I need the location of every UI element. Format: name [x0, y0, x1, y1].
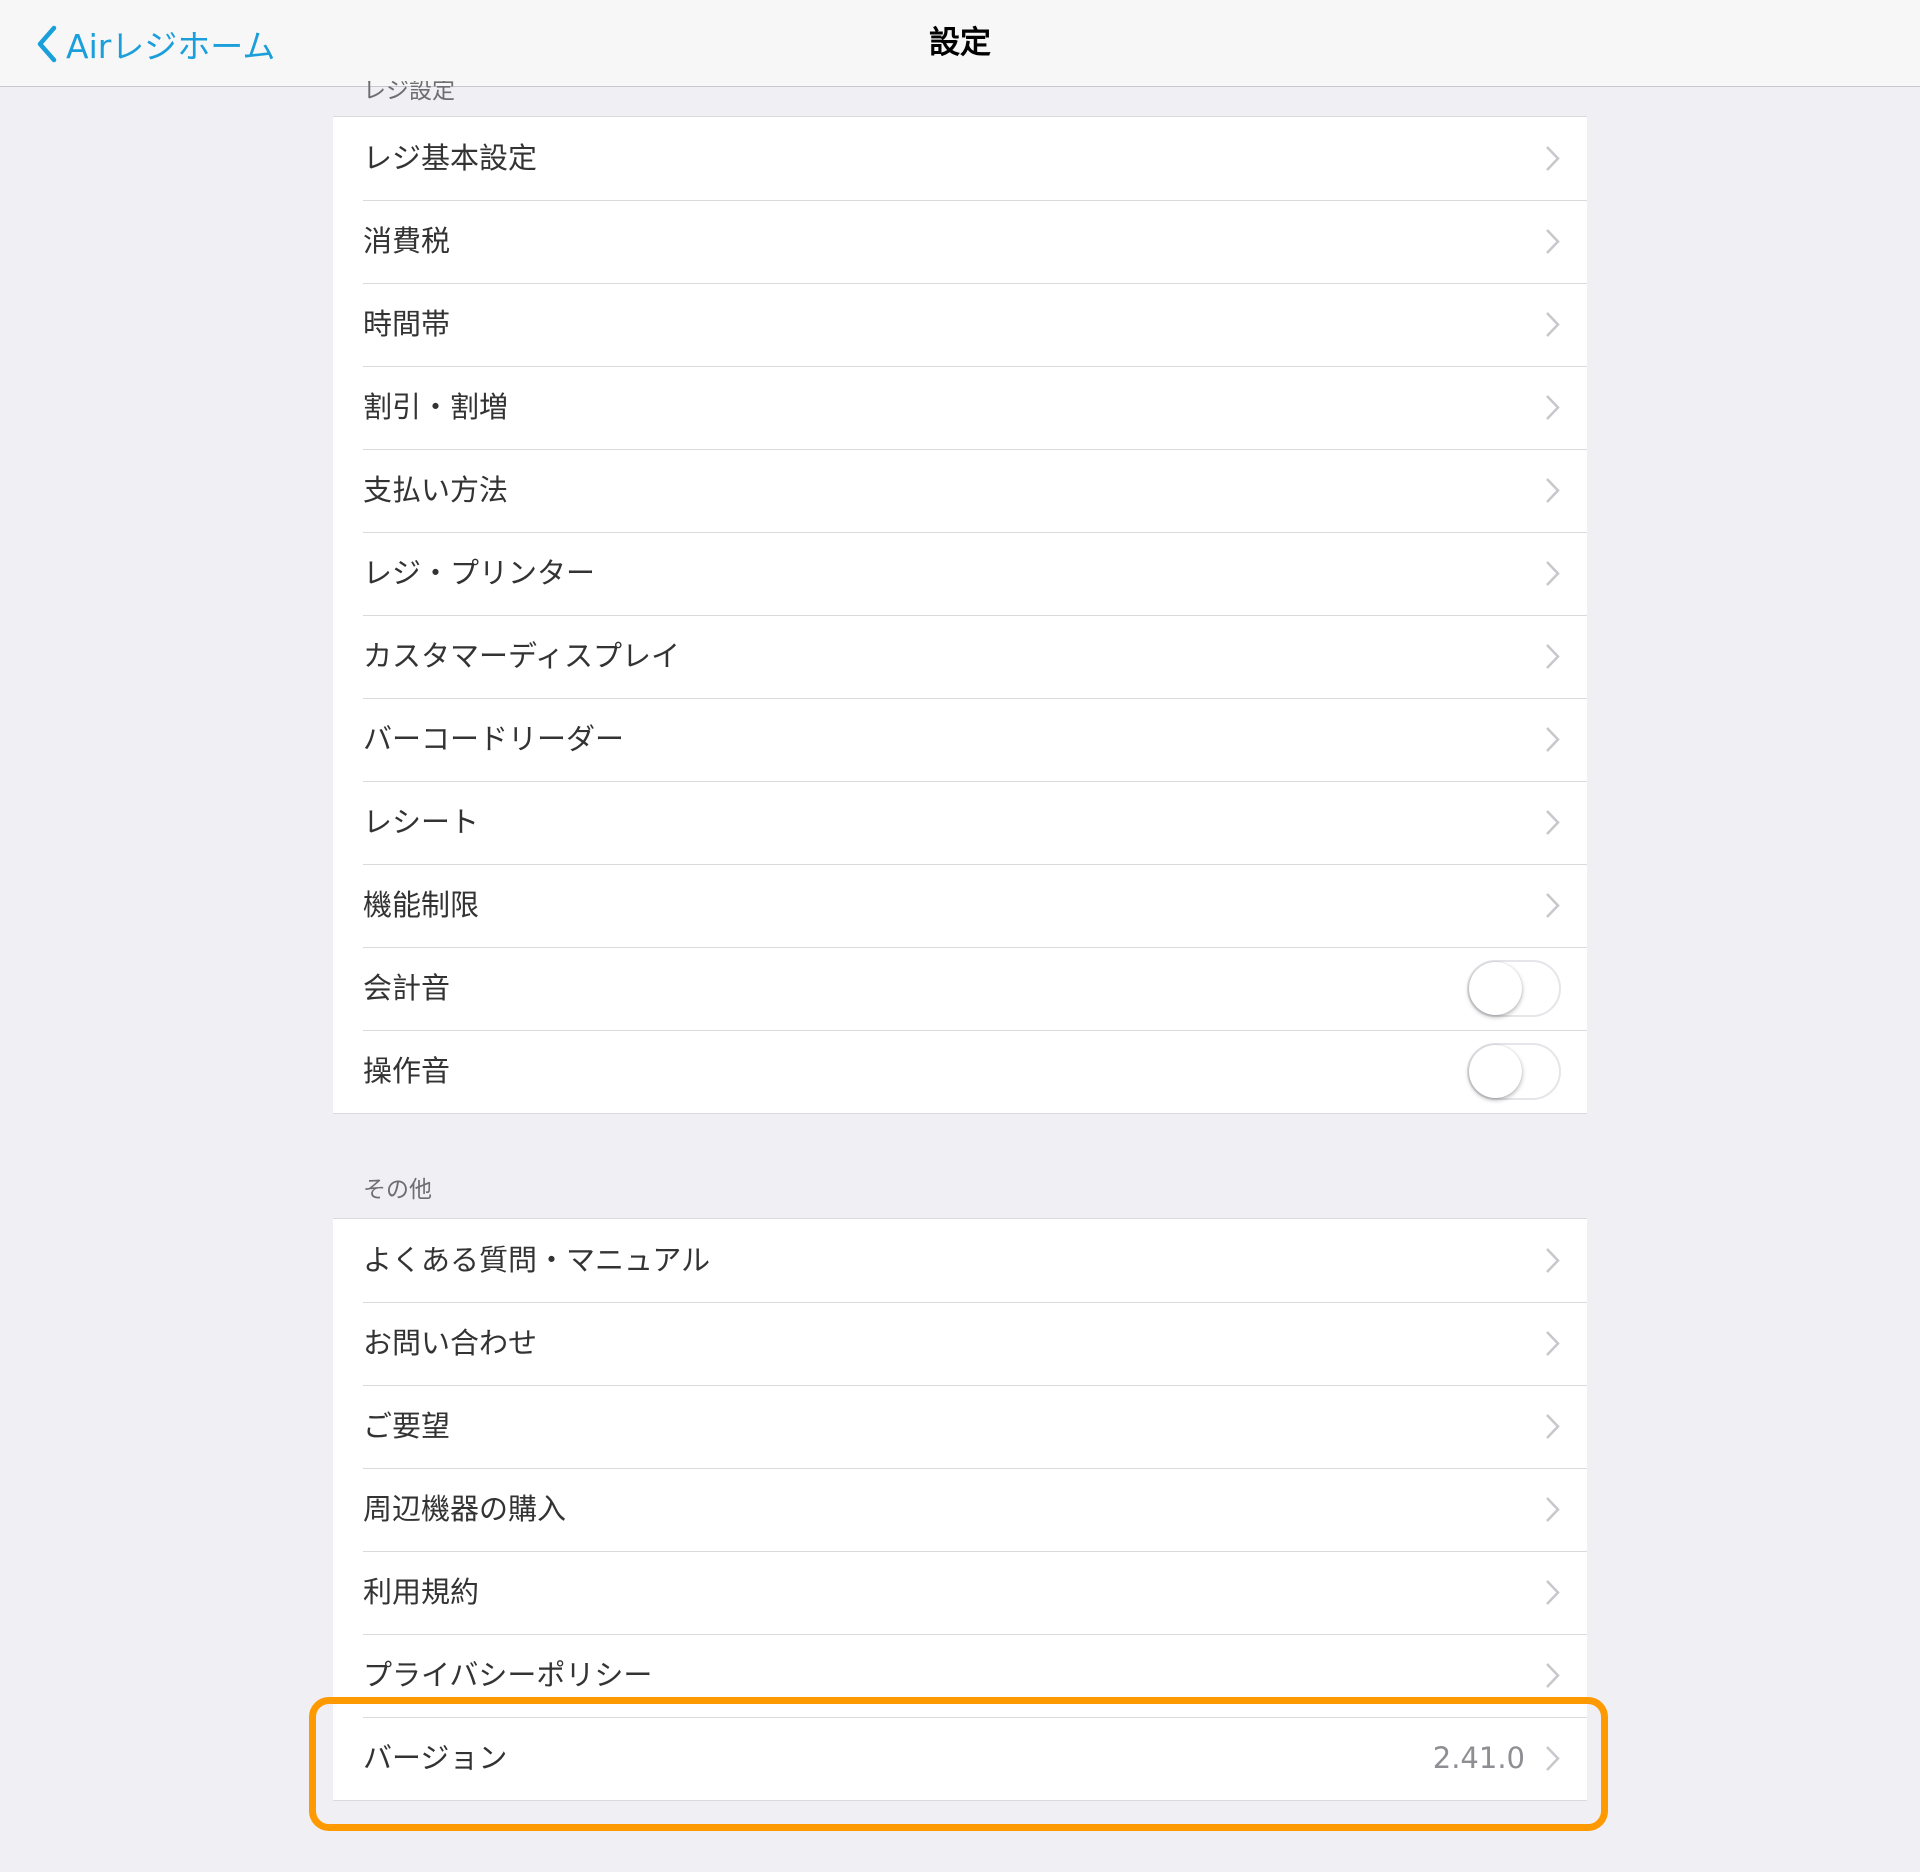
row-label: 割引・割増 [363, 390, 509, 424]
row-version[interactable]: バージョン 2.41.0 [333, 1717, 1587, 1800]
toggle-knob [1469, 962, 1522, 1015]
row-buy-peripherals[interactable]: 周辺機器の購入 [333, 1468, 1587, 1551]
row-label: 支払い方法 [363, 473, 509, 507]
row-label: レジ基本設定 [363, 141, 538, 175]
row-label: 消費税 [363, 224, 451, 258]
row-faq-manual[interactable]: よくある質問・マニュアル [333, 1219, 1587, 1302]
section-header-other: その他 [363, 1177, 432, 1203]
chevron-right-icon [1546, 1248, 1560, 1273]
row-label: バージョン [363, 1741, 508, 1775]
chevron-right-icon [1546, 395, 1560, 420]
other-settings-group: よくある質問・マニュアル お問い合わせ ご要望 周辺機器の購入 利用規約 プライ… [333, 1218, 1587, 1801]
chevron-right-icon [1546, 893, 1560, 918]
operation-sound-toggle[interactable] [1467, 1043, 1561, 1100]
row-label: お問い合わせ [363, 1326, 538, 1360]
row-label: バーコードリーダー [363, 722, 625, 756]
row-customer-display[interactable]: カスタマーディスプレイ [333, 615, 1587, 698]
chevron-right-icon [1546, 1580, 1560, 1605]
row-checkout-sound: 会計音 [333, 947, 1587, 1030]
chevron-right-icon [1546, 1331, 1560, 1356]
row-operation-sound: 操作音 [333, 1030, 1587, 1113]
chevron-right-icon [1546, 1497, 1560, 1522]
settings-list: レジ設定 レジ基本設定 消費税 時間帯 割引・割増 支払い方法 レジ・プリンター… [333, 81, 1587, 1801]
register-settings-group: レジ基本設定 消費税 時間帯 割引・割増 支払い方法 レジ・プリンター カスタマ… [333, 116, 1587, 1114]
row-label: 時間帯 [363, 307, 451, 341]
chevron-right-icon [1546, 1746, 1560, 1771]
row-contact[interactable]: お問い合わせ [333, 1302, 1587, 1385]
row-label: 周辺機器の購入 [363, 1492, 567, 1526]
page-title: 設定 [929, 25, 991, 61]
chevron-right-icon [1546, 312, 1560, 337]
row-privacy-policy[interactable]: プライバシーポリシー [333, 1634, 1587, 1717]
row-label: 機能制限 [363, 888, 480, 922]
row-label: よくある質問・マニュアル [363, 1243, 711, 1277]
row-receipt[interactable]: レシート [333, 781, 1587, 864]
chevron-right-icon [1546, 478, 1560, 503]
row-requests[interactable]: ご要望 [333, 1385, 1587, 1468]
chevron-right-icon [1546, 561, 1560, 586]
row-terms-of-use[interactable]: 利用規約 [333, 1551, 1587, 1634]
row-payment-methods[interactable]: 支払い方法 [333, 449, 1587, 532]
row-discount-surcharge[interactable]: 割引・割増 [333, 366, 1587, 449]
chevron-right-icon [1546, 1414, 1560, 1439]
row-basic-settings[interactable]: レジ基本設定 [333, 117, 1587, 200]
checkout-sound-toggle[interactable] [1467, 960, 1561, 1017]
section-header-register: レジ設定 [363, 81, 455, 104]
row-label: 会計音 [363, 971, 451, 1005]
row-label: 利用規約 [363, 1575, 480, 1609]
row-label: プライバシーポリシー [363, 1658, 653, 1692]
row-label: カスタマーディスプレイ [363, 639, 680, 673]
row-time-zone[interactable]: 時間帯 [333, 283, 1587, 366]
chevron-right-icon [1546, 1663, 1560, 1688]
chevron-right-icon [1546, 644, 1560, 669]
row-barcode-reader[interactable]: バーコードリーダー [333, 698, 1587, 781]
version-value: 2.41.0 [1432, 1741, 1525, 1775]
row-label: ご要望 [363, 1409, 451, 1443]
row-function-restriction[interactable]: 機能制限 [333, 864, 1587, 947]
chevron-right-icon [1546, 727, 1560, 752]
chevron-right-icon [1546, 229, 1560, 254]
navigation-bar: Airレジホーム 設定 [0, 0, 1920, 87]
row-label: 操作音 [363, 1054, 451, 1088]
row-consumption-tax[interactable]: 消費税 [333, 200, 1587, 283]
row-register-printer[interactable]: レジ・プリンター [333, 532, 1587, 615]
chevron-right-icon [1546, 810, 1560, 835]
chevron-right-icon [1546, 146, 1560, 171]
row-label: レシート [363, 805, 480, 839]
row-label: レジ・プリンター [363, 556, 596, 590]
toggle-knob [1469, 1045, 1522, 1098]
